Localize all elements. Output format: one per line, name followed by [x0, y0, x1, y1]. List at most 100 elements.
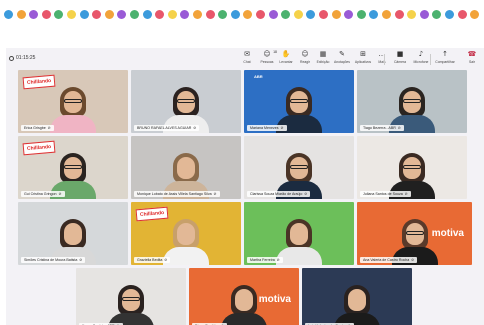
participant-video-tile[interactable]: BRUNO RAFAEL ALVES AGUIAR ⊘ — [131, 70, 241, 133]
participant-video — [104, 281, 158, 325]
microphone-muted-icon: ⊘ — [397, 126, 401, 130]
decorative-dot — [457, 10, 467, 19]
raise-hand-icon: ✋ — [281, 50, 291, 58]
participant-name: Ana Valeria de Castro Rocha — [363, 258, 410, 262]
share-icon: ↑ — [442, 50, 448, 58]
microphone-muted-icon: ⊘ — [193, 126, 197, 130]
decorative-dot — [167, 10, 177, 19]
microphone-muted-icon: ⊘ — [79, 258, 83, 262]
toolbar-apps-button[interactable]: ⊞ Aplicativos — [354, 50, 372, 68]
decorative-dot — [205, 10, 215, 19]
toolbar-people-button[interactable]: ☺ Pessoas 18 — [258, 50, 277, 68]
participant-nameplate: Juliana Santos de Souza ⊘ — [360, 191, 411, 197]
participant-name: Monique Lobato de Assis Villela Santiago… — [137, 192, 212, 196]
toolbar-notes-button[interactable]: ✎ Anotações — [333, 50, 351, 68]
decorative-dot — [306, 10, 316, 19]
participant-name: Clarissa Souza Miarão de Araújo — [250, 192, 303, 196]
decorative-dot — [4, 10, 13, 19]
participant-nameplate: Monique Lobato de Assis Villela Santiago… — [134, 191, 220, 197]
decorative-dot — [142, 10, 152, 19]
decorative-dot — [230, 10, 240, 19]
participant-video-tile[interactable]: Simões Cristina de Moura Batista ⊘ — [18, 202, 128, 265]
decorative-dot — [193, 10, 202, 19]
decorative-dot — [41, 10, 51, 19]
participant-video-tile[interactable]: Monique Lobato de Assis Villela Santiago… — [131, 136, 241, 199]
participant-name: Martha Ferreira — [250, 258, 275, 262]
chat-icon: ✉ — [244, 50, 250, 58]
decorative-dot — [356, 10, 366, 19]
toolbar-label: Sair — [468, 60, 476, 64]
participant-video-tile[interactable]: Luiz Valentes de Castro⊘ — [302, 268, 412, 325]
participant-video-tile[interactable]: Juliana Santos de Souza ⊘ — [357, 136, 467, 199]
toolbar-raise-button[interactable]: ✋ Levantar — [277, 50, 295, 68]
toolbar-more-button[interactable]: … Mais — [373, 50, 391, 68]
decorative-dot — [155, 10, 165, 19]
decorative-dot — [344, 10, 354, 19]
decorative-dot — [104, 10, 114, 19]
toolbar-camera-button[interactable]: ■ Câmera — [391, 50, 409, 68]
toolbar-mic-button[interactable]: ♪ Microfone — [412, 50, 430, 68]
participant-video-tile[interactable]: Chilllando Gui Cristina Gringon ⊘ — [18, 136, 128, 199]
decorative-dot — [319, 10, 328, 19]
participant-name: Graziella Bedita — [137, 258, 163, 262]
participant-name: Erica Grisgbe — [24, 126, 46, 130]
toolbar-label: Anotações — [333, 60, 351, 64]
toolbar-divider — [430, 54, 431, 65]
participant-video-tile[interactable]: motivaDiego Bastidas⊘ — [189, 268, 299, 325]
toolbar-label: Pessoas — [260, 60, 274, 64]
meeting-toolbar: 01:15:25 ✉ Chat ☺ Pessoas 18 ✋ Levantar ☺ Reagir… — [6, 48, 484, 68]
decorative-dot — [470, 10, 480, 19]
participant-video-tile[interactable]: Karen Cordeiro ABR⊘ — [76, 268, 186, 325]
toolbar-view-button[interactable]: ▦ Exibição — [314, 50, 332, 68]
toolbar-label: Exibição — [316, 60, 330, 64]
toolbar-label: Microfone — [413, 60, 429, 64]
decorative-dot — [369, 10, 379, 19]
toolbar-share-button[interactable]: ↑ Compartilhar — [435, 50, 454, 68]
react-icon: ☺ — [301, 50, 309, 58]
decorative-dot — [218, 10, 228, 19]
decorative-dot — [293, 10, 303, 19]
participant-video — [330, 281, 384, 325]
decorative-dot — [419, 10, 429, 19]
decorative-dot — [331, 10, 341, 19]
decorative-dot — [243, 10, 253, 19]
participant-name: Simões Cristina de Moura Batista — [24, 258, 78, 262]
decorative-dot-row — [4, 10, 484, 22]
participant-name: BRUNO RAFAEL ALVES AGUIAR — [137, 126, 192, 130]
participant-name: Juliana Santos de Souza — [363, 192, 403, 196]
video-grid: Chilllando Erica Grisgbe ⊘ BRUNO RAFAEL ALV… — [6, 70, 484, 325]
meeting-timer: 01:15:25 — [9, 55, 35, 61]
shield-icon — [9, 55, 14, 61]
decorative-dot — [256, 10, 265, 19]
decorative-dot — [92, 10, 102, 19]
participant-video-tile[interactable]: Tiago Bezerra - ABR ⊘ — [357, 70, 467, 133]
toolbar-leave-button[interactable]: ☎ Sair — [463, 50, 481, 68]
toolbar-label: Aplicativos — [354, 60, 372, 64]
participant-video-tile[interactable]: Chilllando Erica Grisgbe ⊘ — [18, 70, 128, 133]
microphone-muted-icon: ⊘ — [276, 258, 280, 262]
participant-video-tile[interactable]: Chilllando Graziella Bedita ⊘ — [131, 202, 241, 265]
microphone-muted-icon: ⊘ — [47, 126, 51, 130]
microphone-icon: ♪ — [418, 50, 424, 58]
view-icon: ▦ — [319, 50, 327, 58]
company-logo: ABR — [254, 74, 263, 79]
participant-nameplate: Graziella Bedita ⊘ — [134, 257, 171, 263]
participant-video-tile[interactable]: Clarissa Souza Miarão de Araújo ⊘ — [244, 136, 354, 199]
microphone-muted-icon: ⊘ — [58, 192, 62, 196]
microphone-muted-icon: ⊘ — [304, 192, 308, 196]
toolbar-chat-button[interactable]: ✉ Chat — [238, 50, 256, 68]
participant-nameplate: Simões Cristina de Moura Batista ⊘ — [21, 257, 86, 263]
decorative-dot — [432, 10, 442, 19]
decorative-dot — [268, 10, 278, 19]
participant-video-tile[interactable]: Martha Ferreira ⊘ — [244, 202, 354, 265]
decorative-dot — [407, 10, 417, 19]
toolbar-label: Chat — [243, 60, 251, 64]
participant-video-tile[interactable]: motiva Ana Valeria de Castro Rocha ⊘ — [357, 202, 472, 265]
participant-nameplate: Clarissa Souza Miarão de Araújo ⊘ — [247, 191, 311, 197]
participant-nameplate: Tiago Bezerra - ABR ⊘ — [360, 125, 404, 131]
participant-video-tile[interactable]: ABR Mariana Menezes ⊘ — [244, 70, 354, 133]
toolbar-react-button[interactable]: ☺ Reagir — [296, 50, 314, 68]
decorative-dot — [67, 10, 76, 19]
toolbar-label: Reagir — [300, 60, 310, 64]
participant-nameplate: Gui Cristina Gringon ⊘ — [21, 191, 65, 197]
